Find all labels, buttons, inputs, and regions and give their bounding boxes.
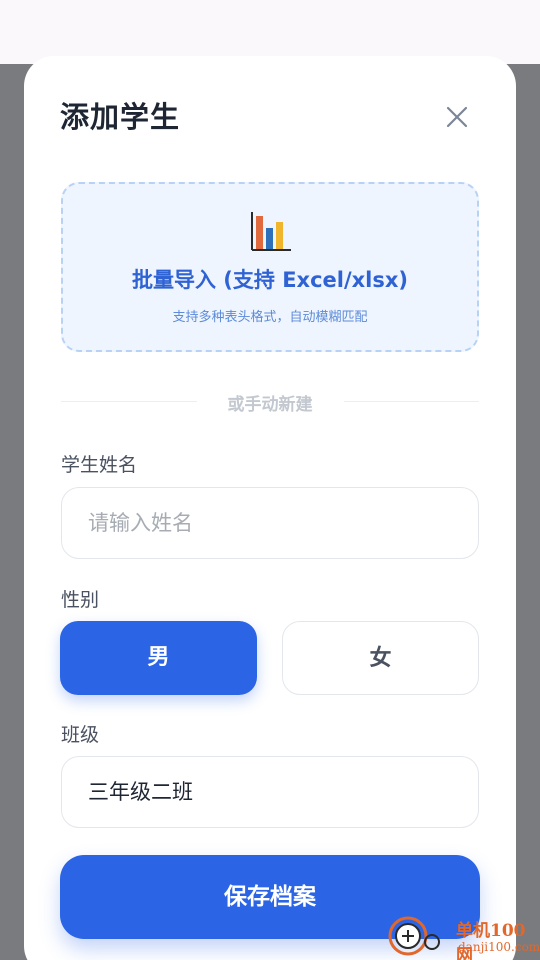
- add-student-sheet: 添加学生 批量导入 (支持 Excel/xlsx) 支持多种表头格式，自动模糊匹…: [24, 56, 516, 960]
- watermark: 单机100网 danji100.com: [388, 912, 540, 960]
- bar-chart-icon: [251, 212, 291, 251]
- import-subtitle: 支持多种表头格式，自动模糊匹配: [172, 310, 368, 325]
- class-label: 班级: [61, 724, 100, 746]
- name-input[interactable]: 请输入姓名: [61, 487, 479, 559]
- close-button[interactable]: [442, 102, 472, 132]
- gender-label: 性别: [61, 589, 100, 611]
- sheet-title: 添加学生: [60, 100, 181, 134]
- import-title: 批量导入 (支持 Excel/xlsx): [131, 268, 409, 292]
- divider-line-right: [344, 401, 479, 402]
- close-icon: [446, 106, 468, 128]
- watermark-url: danji100.com: [458, 940, 540, 954]
- gender-male-button[interactable]: 男: [60, 621, 257, 695]
- name-label: 学生姓名: [61, 454, 138, 476]
- gender-female-button[interactable]: 女: [282, 621, 479, 695]
- watermark-logo-icon: [388, 916, 440, 956]
- divider-text: 或手动新建: [227, 395, 313, 415]
- status-area: [0, 0, 540, 64]
- class-input[interactable]: 三年级二班: [61, 756, 479, 828]
- batch-import-dropzone[interactable]: 批量导入 (支持 Excel/xlsx) 支持多种表头格式，自动模糊匹配: [61, 182, 479, 352]
